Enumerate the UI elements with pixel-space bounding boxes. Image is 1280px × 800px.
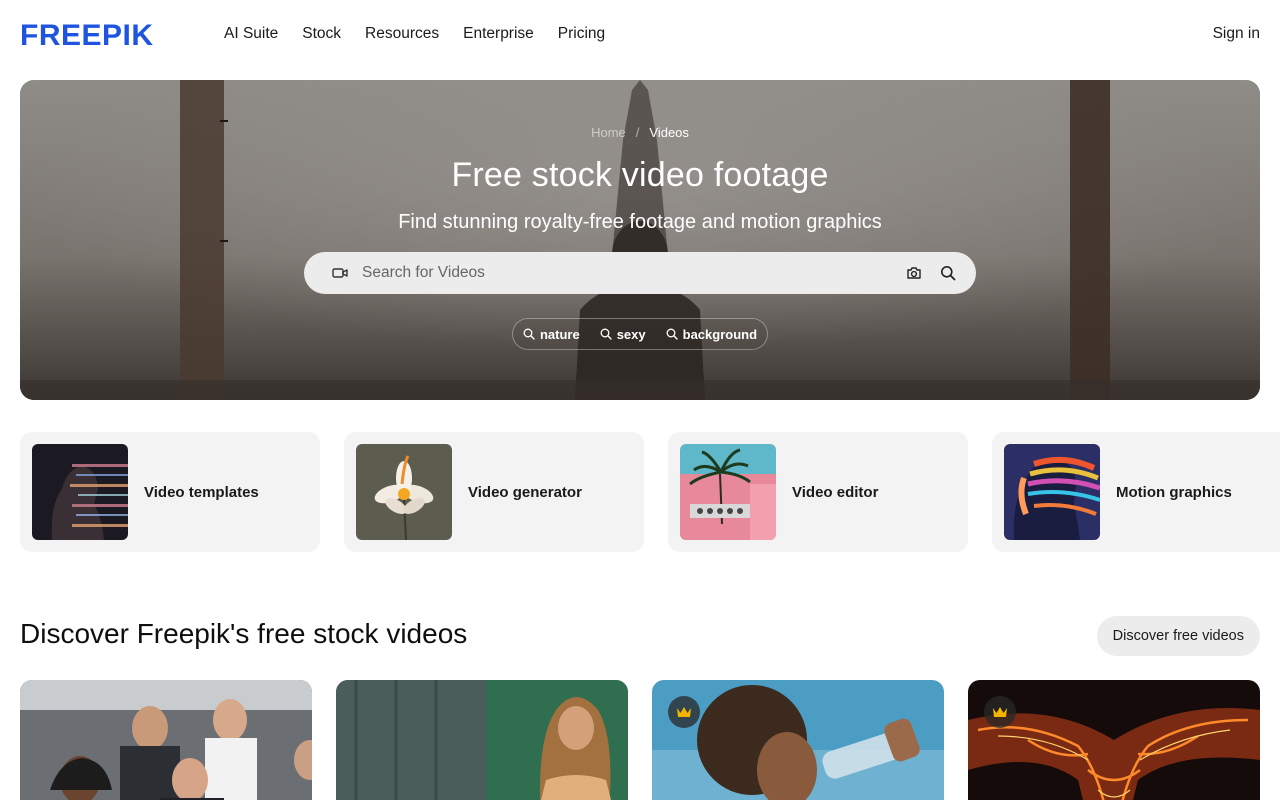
- page-title: Free stock video footage: [451, 156, 829, 194]
- svg-text:FREEPIK: FREEPIK: [20, 21, 154, 47]
- video-templates-thumbnail: [32, 444, 128, 540]
- nav-enterprise[interactable]: Enterprise: [463, 25, 534, 43]
- search-by-image-button[interactable]: [902, 261, 926, 285]
- category-card-motion-graphics[interactable]: Motion graphics: [992, 432, 1280, 552]
- video-tile[interactable]: [968, 680, 1260, 800]
- category-card-video-templates[interactable]: Video templates: [20, 432, 320, 552]
- top-navigation-bar: FREEPIK AI Suite Stock Resources Enterpr…: [0, 0, 1280, 68]
- discover-free-videos-button[interactable]: Discover free videos: [1096, 616, 1260, 656]
- section-title: Discover Freepik's free stock videos: [20, 618, 468, 649]
- crown-icon: [677, 707, 691, 717]
- search-icon: [666, 328, 678, 340]
- video-thumbnail: [336, 680, 628, 800]
- video-editor-thumbnail: [680, 444, 776, 540]
- suggestion-label: background: [682, 326, 758, 342]
- premium-badge: [668, 696, 700, 728]
- search-icon: [523, 328, 535, 340]
- category-label: Video templates: [144, 483, 259, 501]
- sign-in-link[interactable]: Sign in: [1213, 25, 1260, 43]
- video-tile[interactable]: [652, 680, 944, 800]
- freepik-logo[interactable]: FREEPIK: [20, 21, 180, 47]
- nav-stock[interactable]: Stock: [302, 25, 341, 43]
- suggestion-label: nature: [539, 326, 580, 342]
- crown-icon: [993, 707, 1007, 717]
- video-thumbnail: [20, 680, 312, 800]
- hero-content: Home / Videos Free stock video footage F…: [20, 80, 1260, 400]
- suggestion-chip-nature[interactable]: nature: [523, 327, 580, 342]
- nav-pricing[interactable]: Pricing: [558, 25, 605, 43]
- camera-icon: [907, 267, 921, 279]
- search-suggestions: nature sexy background: [511, 318, 769, 350]
- main-nav: AI Suite Stock Resources Enterprise Pric…: [224, 25, 605, 43]
- video-thumbnail: [652, 680, 944, 800]
- suggestion-chip-background[interactable]: background: [666, 327, 757, 342]
- video-generator-thumbnail: [356, 444, 452, 540]
- suggestion-chip-sexy[interactable]: sexy: [600, 327, 646, 342]
- video-tile[interactable]: [336, 680, 628, 800]
- page-subtitle: Find stunning royalty-free footage and m…: [398, 211, 882, 233]
- category-label: Motion graphics: [1116, 483, 1232, 501]
- category-card-video-generator[interactable]: Video generator: [344, 432, 644, 552]
- video-tile[interactable]: [20, 680, 312, 800]
- category-label: Video editor: [792, 483, 879, 501]
- video-grid: [20, 680, 1260, 800]
- search-input[interactable]: [362, 264, 892, 282]
- category-label: Video generator: [468, 483, 582, 501]
- category-card-video-editor[interactable]: Video editor: [668, 432, 968, 552]
- breadcrumb-separator: /: [635, 125, 640, 140]
- suggestion-label: sexy: [616, 326, 646, 342]
- motion-graphics-thumbnail: [1004, 444, 1100, 540]
- search-submit-button[interactable]: [936, 261, 960, 285]
- video-camera-icon[interactable]: [332, 265, 348, 281]
- hero-banner: Home / Videos Free stock video footage F…: [20, 80, 1260, 400]
- breadcrumb-current: Videos: [649, 125, 689, 140]
- breadcrumb-home[interactable]: Home: [591, 125, 626, 140]
- search-icon: [600, 328, 612, 340]
- breadcrumb: Home / Videos: [591, 125, 689, 140]
- video-thumbnail: [968, 680, 1260, 800]
- search-bar: [304, 252, 976, 294]
- nav-ai-suite[interactable]: AI Suite: [224, 25, 278, 43]
- category-cards: Video templates Video generator Video ed…: [20, 432, 1280, 552]
- search-icon: [941, 266, 956, 281]
- nav-resources[interactable]: Resources: [365, 25, 439, 43]
- premium-badge: [984, 696, 1016, 728]
